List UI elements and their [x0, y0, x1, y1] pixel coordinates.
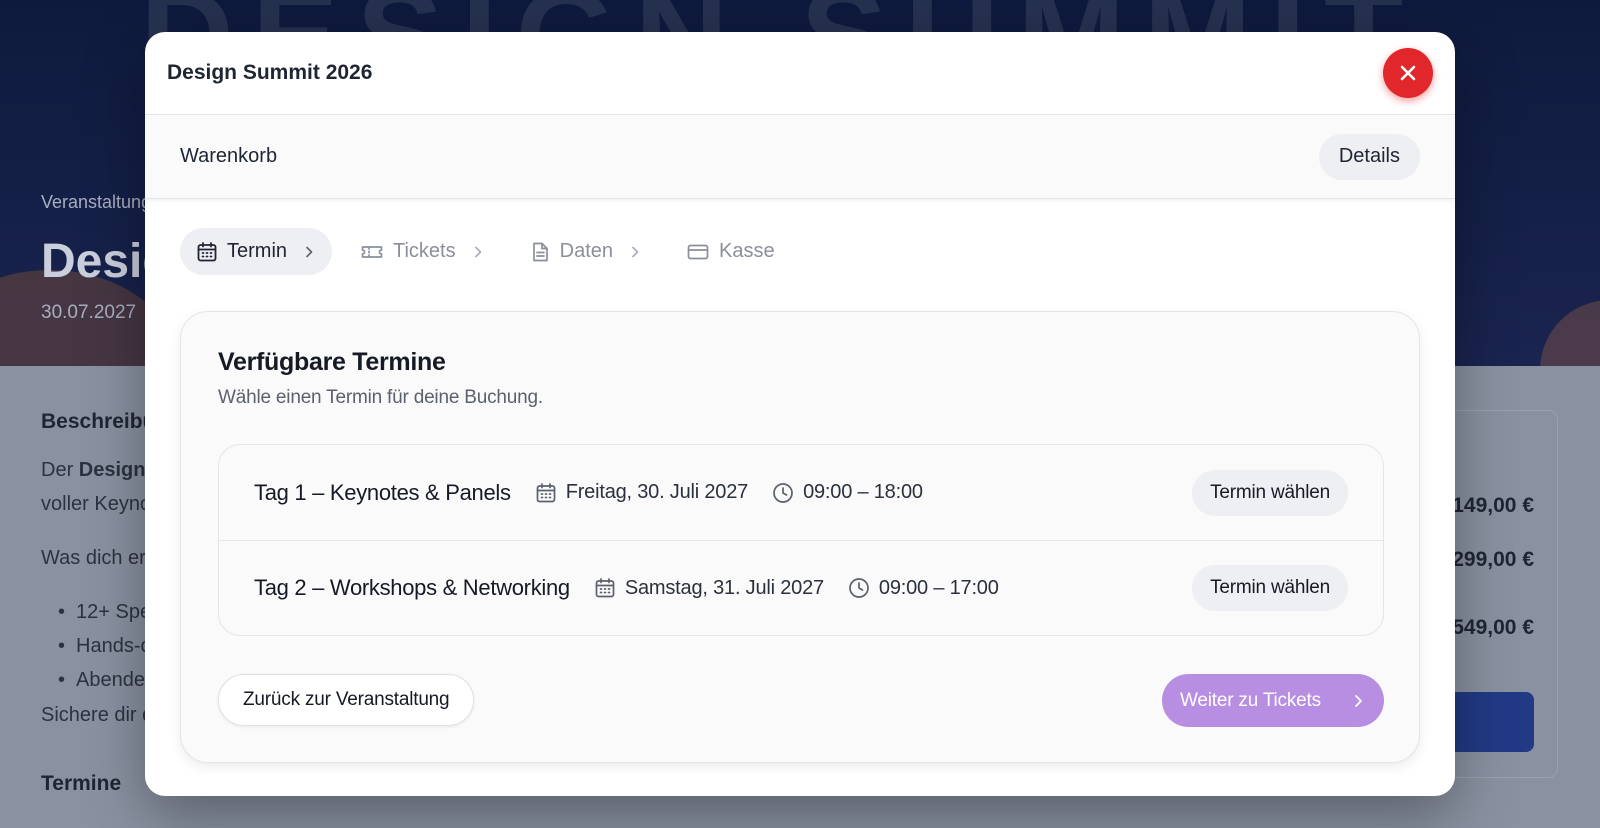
step-label: Daten: [559, 240, 613, 262]
document-icon: [532, 242, 548, 261]
clock-icon: [773, 482, 793, 503]
chevron-right-icon: [632, 246, 639, 257]
panel-subtitle: Wähle einen Termin für deine Buchung.: [218, 387, 543, 408]
description-text: Der Design: [41, 459, 146, 481]
hero-decoration: [1540, 300, 1600, 366]
step-daten[interactable]: Daten: [513, 228, 658, 275]
cart-bar: Warenkorb Details: [145, 115, 1455, 199]
step-tickets[interactable]: Tickets: [344, 228, 501, 275]
ticket-icon: [361, 245, 383, 258]
time-text: 09:00 – 18:00: [803, 481, 923, 503]
choose-date-button[interactable]: Termin wählen: [1192, 565, 1348, 611]
event-date: 30.07.2027: [41, 302, 137, 323]
calendar-icon: [197, 241, 217, 261]
dates-panel: Verfügbare Termine Wähle einen Termin fü…: [180, 311, 1420, 763]
step-label: Tickets: [393, 240, 456, 262]
modal-header: Design Summit 2026: [145, 32, 1455, 115]
details-button[interactable]: Details: [1318, 133, 1420, 180]
date-meta: Samstag, 31. Juli 2027: [594, 577, 824, 600]
date-name: Tag 1 – Keynotes & Panels: [254, 479, 511, 505]
chevron-right-icon: [1355, 694, 1362, 707]
choose-date-button[interactable]: Termin wählen: [1192, 469, 1348, 516]
price: 149,00 €: [1452, 494, 1534, 517]
time-meta: 09:00 – 17:00: [848, 577, 999, 600]
price: 299,00 €: [1452, 548, 1534, 571]
next-label: Weiter zu Tickets: [1180, 689, 1321, 711]
step-kasse[interactable]: Kasse: [670, 228, 791, 275]
chevron-right-icon: [306, 246, 313, 257]
date-list: Tag 1 – Keynotes & Panels Freitag, 30. J…: [218, 444, 1384, 636]
back-to-event-button[interactable]: Zurück zur Veranstaltung: [218, 674, 475, 726]
price: 549,00 €: [1452, 616, 1534, 639]
modal-title: Design Summit 2026: [167, 61, 373, 84]
close-button[interactable]: [1383, 48, 1433, 98]
close-icon: [1400, 65, 1416, 81]
next-to-tickets-button[interactable]: Weiter zu Tickets: [1162, 674, 1384, 727]
date-name: Tag 2 – Workshops & Networking: [254, 575, 570, 600]
chevron-right-icon: [474, 246, 481, 257]
date-text: Freitag, 30. Juli 2027: [565, 481, 749, 503]
time-text: 09:00 – 17:00: [878, 576, 999, 599]
date-meta: Freitag, 30. Juli 2027: [535, 481, 748, 504]
date-row: Tag 1 – Keynotes & Panels Freitag, 30. J…: [219, 445, 1383, 540]
calendar-icon: [536, 482, 556, 502]
date-row: Tag 2 – Workshops & Networking Samstag, …: [219, 540, 1383, 635]
step-label: Kasse: [719, 240, 775, 262]
step-termin[interactable]: Termin: [180, 228, 333, 275]
cart-label: Warenkorb: [180, 145, 278, 167]
panel-title: Verfügbare Termine: [218, 348, 446, 376]
calendar-icon: [595, 578, 615, 598]
dates-heading: Termine: [41, 772, 122, 795]
step-label: Termin: [227, 240, 288, 262]
clock-icon: [849, 578, 869, 598]
date-text: Samstag, 31. Juli 2027: [624, 576, 824, 599]
time-meta: 09:00 – 18:00: [772, 481, 923, 504]
credit-card-icon: [687, 244, 709, 259]
stepper: Termin Tickets Daten Kasse: [180, 228, 791, 275]
booking-modal: Design Summit 2026 Warenkorb Details Ter…: [145, 32, 1455, 796]
